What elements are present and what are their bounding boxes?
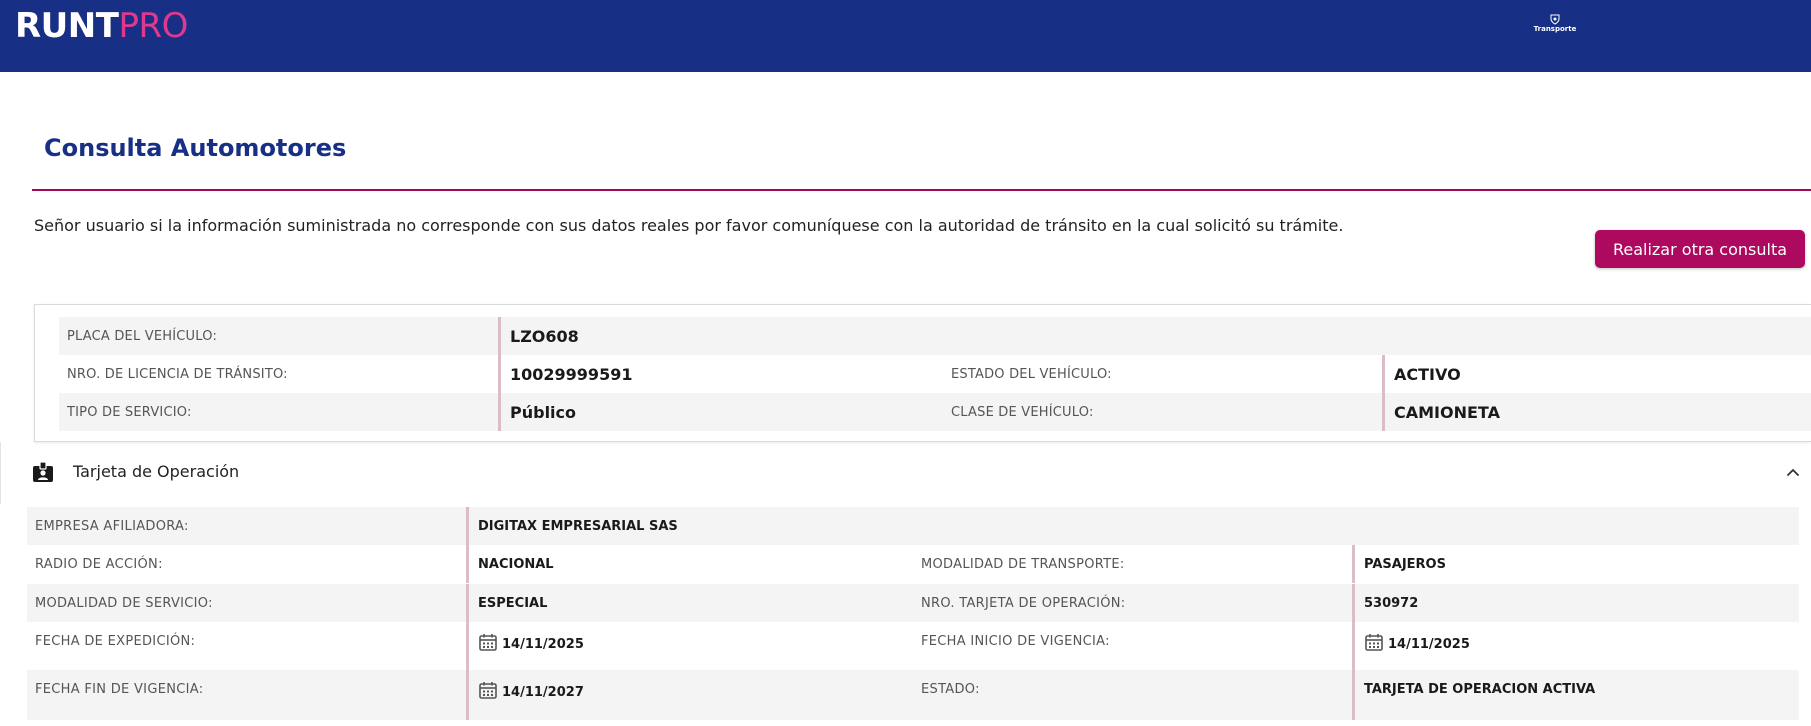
fecha-fin-label: FECHA FIN DE VIGENCIA: <box>35 681 204 697</box>
calendar-icon <box>479 634 497 651</box>
estado-tarjeta-label: ESTADO: <box>921 681 980 697</box>
op-row-expedicion: FECHA DE EXPEDICIÓN: 14/11/2025 FECHA IN… <box>27 622 1799 670</box>
nro-tarjeta-value: 530972 <box>1352 584 1418 622</box>
fecha-expedicion-cell: 14/11/2025 <box>466 622 584 670</box>
calendar-icon <box>1365 634 1383 651</box>
op-row-servicio: MODALIDAD DE SERVICIO: ESPECIAL NRO. TAR… <box>27 584 1799 622</box>
radio-label: RADIO DE ACCIÓN: <box>35 556 163 572</box>
section-title: Tarjeta de Operación <box>73 462 240 481</box>
clase-value: CAMIONETA <box>1382 393 1500 431</box>
fecha-inicio-label: FECHA INICIO DE VIGENCIA: <box>921 633 1110 649</box>
gov-transport-logo: Transporte <box>1530 14 1580 36</box>
nro-tarjeta-label: NRO. TARJETA DE OPERACIÓN: <box>921 595 1126 611</box>
fecha-expedicion-value: 14/11/2025 <box>502 637 584 652</box>
modalidad-transporte-value: PASAJEROS <box>1352 545 1446 583</box>
new-query-button[interactable]: Realizar otra consulta <box>1595 230 1805 268</box>
fecha-fin-value: 14/11/2027 <box>502 685 584 700</box>
chevron-up-icon[interactable] <box>1783 462 1803 482</box>
fecha-expedicion-wrap: 14/11/2025 <box>478 632 584 652</box>
radio-value: NACIONAL <box>466 545 554 583</box>
top-navbar: RUNTPRO Transporte <box>0 0 1811 72</box>
estado-tarjeta-value: TARJETA DE OPERACION ACTIVA <box>1352 670 1595 720</box>
fecha-inicio-value: 14/11/2025 <box>1388 637 1470 652</box>
licencia-value: 10029999591 <box>498 355 632 393</box>
modalidad-servicio-value: ESPECIAL <box>466 584 547 622</box>
shield-icon <box>1550 14 1560 25</box>
logo-pro-text: PRO <box>118 6 188 46</box>
fecha-expedicion-label: FECHA DE EXPEDICIÓN: <box>35 633 196 649</box>
empresa-value: DIGITAX EMPRESARIAL SAS <box>466 507 678 545</box>
vehicle-row-licencia: NRO. DE LICENCIA DE TRÁNSITO: 1002999959… <box>59 355 1811 393</box>
fecha-fin-wrap: 14/11/2027 <box>478 680 584 700</box>
title-divider <box>32 189 1811 191</box>
modalidad-servicio-label: MODALIDAD DE SERVICIO: <box>35 595 213 611</box>
placa-value: LZO608 <box>498 317 579 355</box>
op-row-empresa: EMPRESA AFILIADORA: DIGITAX EMPRESARIAL … <box>27 507 1799 545</box>
vehicle-summary-card: PLACA DEL VEHÍCULO: LZO608 NRO. DE LICEN… <box>34 304 1811 442</box>
fecha-inicio-cell: 14/11/2025 <box>1352 622 1470 670</box>
vehicle-row-placa: PLACA DEL VEHÍCULO: LZO608 <box>59 317 1811 355</box>
fecha-fin-cell: 14/11/2027 <box>466 670 584 720</box>
vehicle-row-servicio: TIPO DE SERVICIO: Público CLASE DE VEHÍC… <box>59 393 1811 431</box>
servicio-value: Público <box>498 393 576 431</box>
id-badge-icon <box>33 461 53 482</box>
empresa-label: EMPRESA AFILIADORA: <box>35 518 189 534</box>
page-title: Consulta Automotores <box>44 134 347 162</box>
runtpro-logo[interactable]: RUNTPRO <box>15 4 188 48</box>
logo-runt-text: RUNT <box>15 6 119 46</box>
calendar-icon <box>479 682 497 699</box>
licencia-label: NRO. DE LICENCIA DE TRÁNSITO: <box>67 366 288 382</box>
fecha-inicio-wrap: 14/11/2025 <box>1364 632 1470 652</box>
placa-label: PLACA DEL VEHÍCULO: <box>67 328 218 344</box>
gov-logo-text: Transporte <box>1533 25 1577 33</box>
estado-vehiculo-label: ESTADO DEL VEHÍCULO: <box>951 366 1112 382</box>
operation-card-section-header[interactable]: Tarjeta de Operación <box>0 442 1811 504</box>
op-row-fin: FECHA FIN DE VIGENCIA: 14/11/2027 ESTADO… <box>27 670 1799 720</box>
modalidad-transporte-label: MODALIDAD DE TRANSPORTE: <box>921 556 1125 572</box>
op-row-radio: RADIO DE ACCIÓN: NACIONAL MODALIDAD DE T… <box>27 545 1799 583</box>
estado-vehiculo-value: ACTIVO <box>1382 355 1461 393</box>
servicio-label: TIPO DE SERVICIO: <box>67 404 192 420</box>
clase-label: CLASE DE VEHÍCULO: <box>951 404 1094 420</box>
user-notice: Señor usuario si la información suminist… <box>34 216 1344 235</box>
